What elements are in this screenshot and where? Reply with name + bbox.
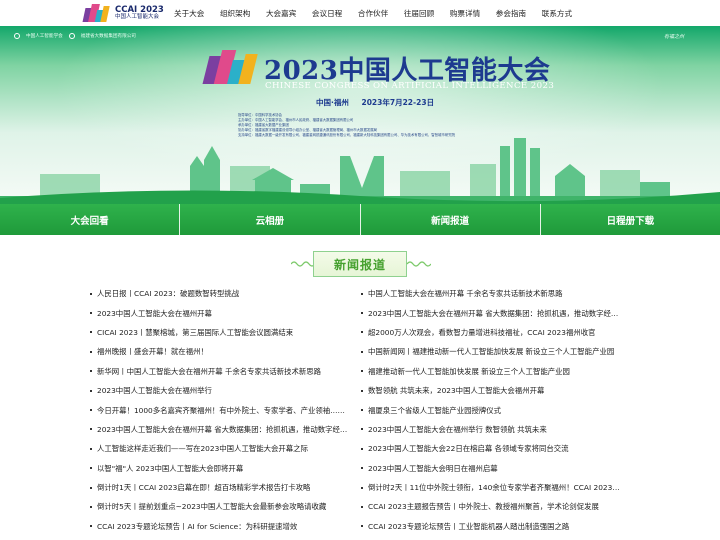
- news-item[interactable]: 今日开幕！1000多名嘉宾齐聚福州！有中外院士、专家学者、产业领袖……: [90, 400, 352, 419]
- banner-org-2: 福建省大数据集团有限公司: [80, 34, 136, 39]
- logo-title: CCAI 2023: [115, 4, 164, 15]
- news-item[interactable]: 倒计时1天丨CCAI 2023启幕在即！超百场精彩学术报告打卡攻略: [90, 478, 352, 497]
- menu-past-review[interactable]: 往届回顾: [404, 8, 434, 19]
- ccai-logo-icon: [82, 4, 110, 22]
- tab-schedule-download[interactable]: 日程册下载: [540, 204, 720, 235]
- top-navigation: CCAI 2023 中国人工智能大会 关于大会 组织架构 大会嘉宾 会议日程 合…: [0, 0, 720, 26]
- caai-logo-icon: [14, 33, 20, 39]
- section-title-text: 新闻报道: [333, 257, 386, 272]
- hero-date: 2023年7月22-23日: [361, 98, 435, 107]
- menu-guide[interactable]: 参会指南: [496, 8, 526, 19]
- news-item[interactable]: 倒计时5天丨提前划重点~2023中国人工智能大会最新参会攻略请收藏: [90, 497, 352, 516]
- bigdata-group-logo-icon: [68, 33, 75, 39]
- news-item[interactable]: 2023中国人工智能大会明日在福州启幕: [361, 459, 623, 478]
- menu-schedule[interactable]: 会议日程: [312, 8, 342, 19]
- news-item[interactable]: 2023中国人工智能大会在福州开幕: [90, 303, 352, 322]
- hero-banner: 中国人工智能学会 福建省大数据集团有限公司 有福之州 2023中国人工智能大会 …: [0, 26, 720, 204]
- main-menu: 关于大会 组织架构 大会嘉宾 会议日程 合作伙伴 往届回顾 购票详情 参会指南 …: [174, 0, 588, 26]
- tab-replay[interactable]: 大会回看: [0, 204, 181, 235]
- news-item[interactable]: 数智领航 共筑未来，2023中国人工智能大会福州开幕: [361, 381, 623, 400]
- menu-contact[interactable]: 联系方式: [542, 8, 572, 19]
- news-item[interactable]: 福建推动新一代人工智能加快发展 新设立三个人工智能产业园: [361, 362, 623, 381]
- banner-org-logos: 中国人工智能学会 福建省大数据集团有限公司: [14, 33, 136, 39]
- menu-organization[interactable]: 组织架构: [220, 8, 250, 19]
- menu-tickets[interactable]: 购票详情: [450, 8, 480, 19]
- hero-subtitle: CHINESE CONGRESS ON ARTIFICIAL INTELLIGE…: [265, 81, 555, 91]
- news-item[interactable]: CICAI 2023丨慧聚榕城，第三届国际人工智能会议圆满结束: [90, 323, 352, 342]
- news-item[interactable]: CCAI 2023主题报告预告丨中外院士、教授福州聚首，学术论剑促发展: [361, 497, 623, 516]
- news-item[interactable]: 福厦泉三个省级人工智能产业园授牌仪式: [361, 400, 623, 419]
- news-list-left: 人民日报丨CCAI 2023：破题数智转型挑战 2023中国人工智能大会在福州开…: [90, 284, 352, 536]
- tab-cloud-album[interactable]: 云相册: [180, 204, 361, 235]
- banner-city-slogan: 有福之州: [664, 34, 685, 40]
- news-item[interactable]: 2023中国人工智能大会在福州举行 数智领航 共筑未来: [361, 420, 623, 439]
- wave-decoration-icon: [406, 261, 431, 267]
- feature-tabs: 大会回看 云相册 新闻报道 日程册下载: [0, 204, 720, 235]
- news-item[interactable]: 2023中国人工智能大会在福州举行: [90, 381, 352, 400]
- news-item[interactable]: 中国新闻网丨福建推动新一代人工智能加快发展 新设立三个人工智能产业园: [361, 342, 623, 361]
- news-item[interactable]: 2023中国人工智能大会在福州开幕 省大数据集团：抢抓机遇，推动数字经济发展: [90, 420, 352, 439]
- hero-location-date: 中国·福州 2023年7月22-23日: [316, 97, 434, 108]
- news-item[interactable]: 2023中国人工智能大会在福州开幕 省大数据集团：抢抓机遇，推动数字经济发展: [361, 303, 623, 322]
- logo-subtitle: 中国人工智能大会: [115, 14, 160, 20]
- hero-ccai-logo-icon: [202, 50, 258, 84]
- news-item[interactable]: CCAI 2023专题论坛预告丨AI for Science：为科研提速增效: [90, 517, 352, 536]
- ccai-logo[interactable]: CCAI 2023 中国人工智能大会: [82, 3, 164, 23]
- tab-news[interactable]: 新闻报道: [360, 204, 541, 235]
- section-title-box: 新闻报道: [313, 251, 407, 277]
- news-item[interactable]: 倒计时2天丨11位中外院士领衔，140余位专家学者齐聚福州！CCAI 2023亮…: [361, 478, 623, 497]
- city-skyline-illustration: [0, 138, 720, 204]
- news-item[interactable]: CCAI 2023专题论坛预告丨工业智能机器人踏出制造强国之路: [361, 517, 623, 536]
- news-item[interactable]: 以智"福"人 2023中国人工智能大会即将开幕: [90, 459, 352, 478]
- menu-about[interactable]: 关于大会: [174, 8, 204, 19]
- news-section-title: 新闻报道: [291, 247, 431, 281]
- news-item[interactable]: 超2000万人次观会，看数智力量增进科技福祉，CCAI 2023福州收官: [361, 323, 623, 342]
- banner-org-1: 中国人工智能学会: [26, 34, 63, 39]
- news-item[interactable]: 人工智能这样走近我们——写在2023中国人工智能大会开幕之际: [90, 439, 352, 458]
- menu-partners[interactable]: 合作伙伴: [358, 8, 388, 19]
- news-item[interactable]: 中国人工智能大会在福州开幕 千余名专家共话新技术新思路: [361, 284, 623, 303]
- news-item[interactable]: 2023中国人工智能大会22日在榕启幕 各领域专家将同台交流: [361, 439, 623, 458]
- news-item[interactable]: 福州晚报丨盛会开幕！就在福州！: [90, 342, 352, 361]
- news-item[interactable]: 新华网丨中国人工智能大会在福州开幕 千余名专家共话新技术新思路: [90, 362, 352, 381]
- news-item[interactable]: 人民日报丨CCAI 2023：破题数智转型挑战: [90, 284, 352, 303]
- hero-location: 中国·福州: [316, 98, 349, 107]
- menu-guests[interactable]: 大会嘉宾: [266, 8, 296, 19]
- news-list-right: 中国人工智能大会在福州开幕 千余名专家共话新技术新思路 2023中国人工智能大会…: [361, 284, 623, 536]
